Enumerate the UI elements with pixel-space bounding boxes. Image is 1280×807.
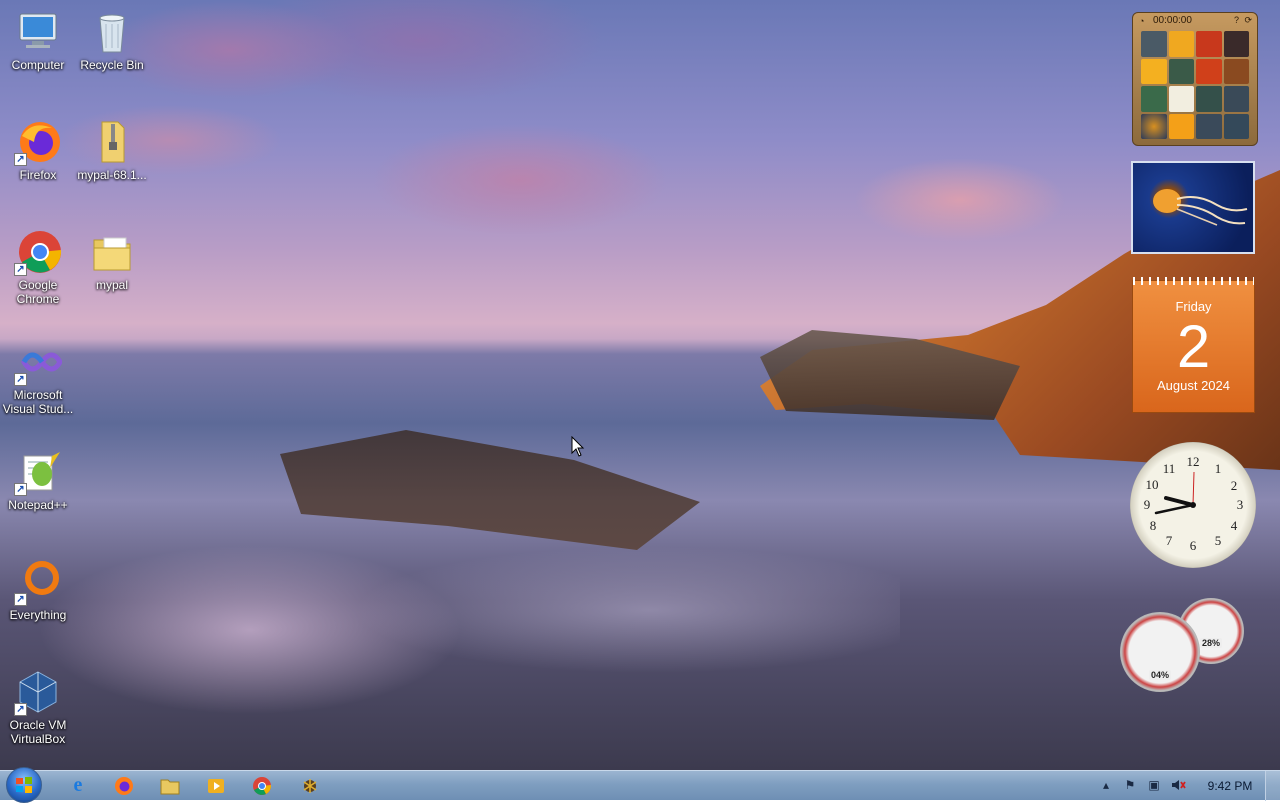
desktop-icon-label: mypal	[95, 278, 128, 292]
firefox-icon	[115, 776, 133, 795]
desktop-icon-google-chrome[interactable]: ↗ Google Chrome	[0, 228, 76, 306]
cpu-dial: 04%	[1120, 612, 1200, 692]
calendar-gadget[interactable]: Friday 2 August 2024	[1132, 277, 1255, 413]
desktop-icon-label: mypal-68.1...	[77, 168, 147, 182]
desktop-icon-firefox[interactable]: ↗ Firefox	[0, 118, 76, 182]
desktop-icon-label: Oracle VM VirtualBox	[9, 718, 67, 746]
desktop-icon-virtualbox[interactable]: ↗ Oracle VM VirtualBox	[0, 668, 76, 746]
desktop-icon-label: Computer	[11, 58, 65, 72]
calendar-month-year: August 2024	[1156, 378, 1230, 393]
taskbar-media-player[interactable]	[196, 773, 236, 798]
puzzle-tile[interactable]	[1168, 86, 1194, 112]
visual-studio-icon: ↗	[14, 338, 63, 386]
taskbar-app[interactable]	[290, 773, 330, 798]
cpu-meter-gadget[interactable]: 28% 04%	[1120, 598, 1250, 693]
shortcut-arrow-icon: ↗	[14, 373, 27, 386]
desktop-icon-label: Notepad++	[8, 498, 68, 512]
picture-puzzle-gadget[interactable]: ◔ 00:00:00 ? ⟳	[1132, 12, 1258, 146]
desktop-icon-label: Firefox	[19, 168, 57, 182]
start-button[interactable]	[6, 767, 42, 803]
calendar-binding-rings	[1133, 277, 1254, 285]
action-center-flag-icon[interactable]: ⚑	[1122, 777, 1138, 793]
calendar-date: 2	[1176, 313, 1211, 380]
firefox-icon: ↗	[14, 118, 62, 166]
puzzle-tile[interactable]	[1223, 31, 1249, 57]
show-hidden-icons-chevron[interactable]: ▴	[1098, 777, 1114, 793]
puzzle-tile[interactable]	[1223, 86, 1249, 112]
desktop-icon-label: Microsoft Visual Stud...	[2, 388, 74, 416]
show-desktop-button[interactable]	[1265, 771, 1280, 801]
everything-search-icon: ↗	[14, 558, 62, 606]
clock-gadget[interactable]: 12 1 2 3 4 5 6 7 8 9 10 11	[1130, 442, 1256, 568]
taskbar: e ▴ ⚑ ▣ 9:42 PM	[0, 767, 1280, 803]
jellyfish-image	[1153, 189, 1248, 226]
shortcut-arrow-icon: ↗	[14, 483, 27, 496]
puzzle-tile[interactable]	[1196, 31, 1222, 57]
cpu-usage: 04%	[1148, 670, 1172, 680]
puzzle-tile[interactable]	[1196, 58, 1222, 84]
desktop-icon-recycle-bin[interactable]: Recycle Bin	[74, 8, 150, 72]
calendar-weekday: Friday	[1175, 299, 1212, 314]
desktop[interactable]: Computer Recycle Bin ↗ Firefox mypal-68.…	[0, 0, 1280, 770]
memory-usage: 28%	[1199, 638, 1223, 648]
desktop-icon-mypal-folder[interactable]: mypal	[74, 228, 150, 292]
desktop-icon-computer[interactable]: Computer	[0, 8, 76, 72]
clock-hands	[1154, 471, 1196, 515]
shortcut-arrow-icon: ↗	[14, 593, 27, 606]
taskbar-file-explorer[interactable]	[150, 773, 190, 798]
puzzle-grid[interactable]	[1141, 31, 1249, 139]
taskbar-internet-explorer[interactable]: e	[58, 773, 98, 798]
puzzle-tile[interactable]	[1141, 113, 1167, 139]
notepad-plus-plus-icon: ↗	[14, 448, 62, 496]
app-icon	[303, 778, 317, 793]
puzzle-tile[interactable]	[1196, 86, 1222, 112]
shortcut-arrow-icon: ↗	[14, 153, 27, 166]
desktop-icon-label: Google Chrome	[16, 278, 60, 306]
puzzle-tile[interactable]	[1141, 58, 1167, 84]
file-explorer-icon	[160, 779, 180, 794]
puzzle-tile[interactable]	[1168, 31, 1194, 57]
puzzle-tile[interactable]	[1168, 58, 1194, 84]
reset-icon[interactable]: ⟳	[1244, 15, 1252, 26]
desktop-icon-mypal-zip[interactable]: mypal-68.1...	[74, 118, 150, 182]
internet-explorer-icon: e	[73, 774, 83, 796]
recycle-bin-icon	[88, 8, 136, 56]
mouse-cursor-icon	[571, 436, 585, 457]
chrome-icon	[253, 776, 272, 795]
puzzle-tile[interactable]	[1223, 58, 1249, 84]
virtualbox-icon: ↗	[14, 668, 62, 716]
windows-logo-icon	[16, 777, 32, 793]
desktop-icon-everything[interactable]: ↗ Everything	[0, 558, 76, 622]
desktop-icon-label: Everything	[9, 608, 67, 622]
media-player-icon	[208, 778, 224, 793]
puzzle-tile[interactable]	[1141, 86, 1167, 112]
network-icon[interactable]: ▣	[1146, 777, 1162, 793]
taskbar-firefox[interactable]	[104, 773, 144, 798]
puzzle-tile[interactable]	[1223, 113, 1249, 139]
zip-folder-icon	[88, 118, 136, 166]
desktop-icon-visual-studio[interactable]: ↗ Microsoft Visual Stud...	[0, 338, 76, 416]
desktop-icon-label: Recycle Bin	[80, 58, 144, 72]
taskbar-clock[interactable]: 9:42 PM	[1200, 771, 1260, 801]
puzzle-tile[interactable]	[1141, 31, 1167, 57]
chrome-icon: ↗	[14, 228, 62, 276]
puzzle-timer-icon: ◔	[1139, 16, 1145, 26]
puzzle-tile[interactable]	[1168, 113, 1194, 139]
puzzle-tile[interactable]	[1196, 113, 1222, 139]
shortcut-arrow-icon: ↗	[14, 263, 27, 276]
slideshow-gadget[interactable]	[1131, 161, 1255, 254]
puzzle-timer: 00:00:00	[1153, 15, 1192, 26]
volume-muted-icon[interactable]	[1170, 777, 1186, 793]
taskbar-chrome[interactable]	[242, 773, 282, 798]
desktop-icon-notepad-plus-plus[interactable]: ↗ Notepad++	[0, 448, 76, 512]
computer-icon	[14, 8, 62, 56]
help-icon[interactable]: ?	[1234, 15, 1239, 25]
shortcut-arrow-icon: ↗	[14, 703, 27, 716]
folder-icon	[88, 228, 136, 276]
